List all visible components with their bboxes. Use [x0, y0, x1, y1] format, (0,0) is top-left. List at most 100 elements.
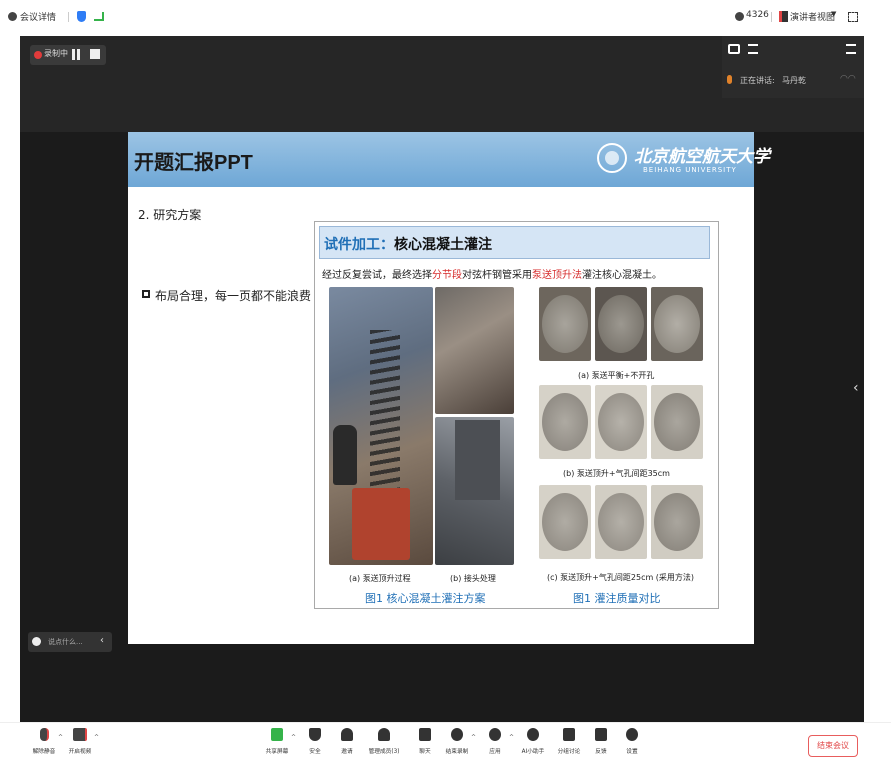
concrete-disc — [542, 393, 588, 451]
toolbar-label: 开启视频 — [68, 748, 92, 755]
shield-icon — [309, 728, 321, 741]
toolbar-label: 反馈 — [595, 748, 607, 755]
divider — [68, 12, 69, 22]
desc-highlight: 分节段 — [432, 270, 462, 281]
chevron-up-icon[interactable]: ^ — [94, 734, 99, 741]
chevron-up-icon[interactable]: ^ — [509, 734, 514, 741]
chat-avatar — [32, 637, 41, 646]
share-screen-icon — [271, 728, 283, 741]
security-button[interactable]: 安全 — [298, 728, 332, 755]
desc-text: 对弦杆钢管采用 — [462, 270, 532, 281]
caption-b-right: (b) 泵送顶升+气孔间距35cm — [563, 469, 670, 478]
meeting-info-link[interactable]: 会议详情 — [20, 10, 56, 23]
end-meeting-button[interactable]: 结束会议 — [808, 735, 858, 757]
speaking-label: 正在讲话: — [740, 76, 775, 85]
photo-truss-detail — [370, 330, 400, 500]
concrete-disc — [598, 295, 644, 353]
chat-preview-text: 说点什么... — [48, 638, 83, 646]
university-logo-emblem — [605, 151, 619, 165]
gear-icon — [626, 728, 638, 741]
toolbar-label: 分组讨论 — [557, 748, 581, 755]
university-name-en: BEIHANG UNIVERSITY — [643, 166, 737, 174]
camera-off-icon — [73, 728, 87, 741]
toolbar-label: 管理成员(3) — [368, 748, 400, 755]
ai-assistant-icon — [527, 728, 539, 741]
toolbar-label: 邀请 — [341, 748, 353, 755]
caption-c-right: (c) 泵送顶升+气孔间距25cm (采用方法) — [547, 573, 695, 582]
toolbar-label: 共享屏幕 — [265, 748, 289, 755]
toolbar-label: 设置 — [626, 748, 638, 755]
layout-icon[interactable] — [728, 44, 740, 54]
apps-button[interactable]: ^ 应用 — [478, 728, 514, 755]
photo-flange-plate — [455, 420, 500, 500]
fullscreen-icon[interactable] — [848, 12, 858, 22]
figure-caption-right: 图1 灌注质量对比 — [573, 592, 661, 605]
collapse-chat-icon[interactable]: ‹ — [100, 635, 104, 646]
figure-caption-left: 图1 核心混凝土灌注方案 — [365, 592, 486, 605]
concrete-disc — [654, 393, 700, 451]
feedback-button[interactable]: 反馈 — [584, 728, 618, 755]
section-heading: 2. 研究方案 — [138, 208, 202, 222]
photo-joint-top — [435, 287, 514, 414]
speaker-name: 马丹乾 — [782, 76, 806, 85]
slide-title: 开题汇报PPT — [134, 152, 253, 174]
clock-icon — [735, 12, 744, 21]
toolbar-label: 解除静音 — [32, 748, 56, 755]
security-shield-icon[interactable] — [77, 11, 86, 22]
desc-text: 灌注核心混凝土。 — [582, 270, 662, 281]
chat-button[interactable]: 聊天 — [408, 728, 442, 755]
ai-assistant-button[interactable]: AI小助手 — [516, 728, 550, 755]
photo-red-pump — [352, 488, 410, 560]
embedded-title: 核心混凝土灌注 — [394, 237, 492, 253]
toolbar-label: 结束录制 — [445, 748, 469, 755]
recording-label: 录制中 — [44, 49, 68, 58]
caption-b-left: (b) 接头处理 — [450, 574, 496, 583]
chevron-down-icon[interactable]: ▼ — [831, 10, 836, 18]
bullet-square-icon — [142, 290, 150, 298]
toolbar-label: AI小助手 — [521, 748, 545, 755]
stop-recording-icon[interactable] — [90, 49, 100, 59]
desc-highlight: 泵送顶升法 — [532, 270, 582, 281]
chevron-up-icon[interactable]: ^ — [471, 734, 476, 741]
concrete-disc — [598, 493, 644, 551]
meeting-id: 4326 — [746, 10, 769, 20]
breakout-rooms-icon — [563, 728, 575, 741]
desc-text: 经过反复尝试，最终选择 — [322, 270, 432, 281]
toolbar-label: 安全 — [309, 748, 321, 755]
presenter-view-icon[interactable] — [779, 11, 788, 22]
concrete-disc — [542, 295, 588, 353]
microphone-muted-icon — [39, 728, 49, 741]
end-recording-button[interactable]: ^ 结束录制 — [440, 728, 476, 755]
apps-icon — [489, 728, 501, 741]
toolbar-label: 应用 — [489, 748, 501, 755]
participant-panel — [722, 36, 864, 98]
recording-dot-icon — [34, 51, 42, 59]
concrete-disc — [542, 493, 588, 551]
concrete-disc — [654, 493, 700, 551]
invite-button[interactable]: 邀请 — [330, 728, 364, 755]
share-screen-button[interactable]: ^ 共享屏幕 — [260, 728, 296, 755]
network-signal-icon — [94, 12, 104, 21]
members-icon — [378, 728, 390, 741]
embedded-title-prefix: 试件加工： — [324, 237, 394, 253]
record-icon — [451, 728, 463, 741]
presenter-view-dropdown[interactable]: 演讲者视图 — [790, 10, 835, 23]
university-name-cn: 北京航空航天大学 — [634, 147, 770, 167]
start-video-button[interactable]: ^ 开启视频 — [63, 728, 99, 755]
settings-button[interactable]: 设置 — [615, 728, 649, 755]
divider — [771, 12, 772, 22]
invite-user-icon — [341, 728, 353, 741]
toolbar-label: 聊天 — [419, 748, 431, 755]
pause-recording-icon[interactable] — [72, 49, 80, 60]
chevron-left-icon[interactable]: ‹ — [853, 380, 859, 396]
manage-members-button[interactable]: 管理成员(3) — [367, 728, 401, 755]
chevron-up-icon[interactable]: ^ — [291, 734, 296, 741]
unmute-button[interactable]: ^ 解除静音 — [27, 728, 63, 755]
menu-icon[interactable] — [846, 44, 856, 54]
list-view-icon[interactable] — [748, 44, 758, 54]
caption-a-left: (a) 泵送顶升过程 — [349, 574, 411, 583]
info-icon[interactable] — [8, 12, 17, 21]
breakout-rooms-button[interactable]: 分组讨论 — [552, 728, 586, 755]
audio-wave-icon: ◠◠ — [840, 74, 856, 84]
chat-bubble-icon — [419, 728, 431, 741]
